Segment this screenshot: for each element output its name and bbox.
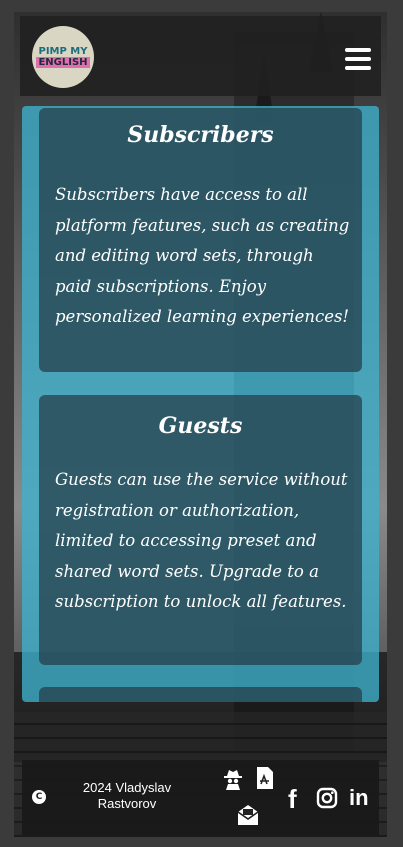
- page-frame: PIMP MY ENGLISH Subscribers Subscribers …: [0, 0, 403, 847]
- copyright-text: 2024 Vladyslav Rastvorov: [62, 780, 192, 812]
- guests-card: Guests Guests can use the service withou…: [39, 395, 362, 665]
- subscribers-card: Subscribers Subscribers have access to a…: [39, 108, 362, 372]
- subscribers-text: Subscribers have access to all platform …: [55, 185, 350, 326]
- hamburger-menu-icon[interactable]: [345, 48, 371, 70]
- logo-line-2: ENGLISH: [36, 56, 90, 68]
- pdf-file-icon[interactable]: [256, 766, 274, 790]
- guests-title: Guests: [158, 413, 243, 439]
- copyright-icon: C: [32, 790, 46, 804]
- guests-text: Guests can use the service without regis…: [55, 470, 348, 611]
- copyright-line-1: 2024 Vladyslav: [82, 780, 172, 795]
- roles-panel: Subscribers Subscribers have access to a…: [22, 106, 379, 702]
- logo-line-1: PIMP MY: [38, 45, 88, 57]
- instagram-icon[interactable]: [316, 787, 338, 809]
- site-logo[interactable]: PIMP MY ENGLISH: [32, 26, 94, 88]
- next-card-partial: [39, 687, 362, 702]
- facebook-icon[interactable]: f: [288, 784, 297, 815]
- copyright-line-2: Rastvorov: [97, 796, 157, 811]
- mail-icon[interactable]: [236, 804, 260, 826]
- detective-icon[interactable]: [222, 768, 244, 790]
- subscribers-title: Subscribers: [127, 122, 274, 148]
- linkedin-icon[interactable]: in: [349, 785, 369, 811]
- site-footer: C 2024 Vladyslav Rastvorov f in: [22, 760, 379, 835]
- site-header: PIMP MY ENGLISH: [20, 16, 381, 96]
